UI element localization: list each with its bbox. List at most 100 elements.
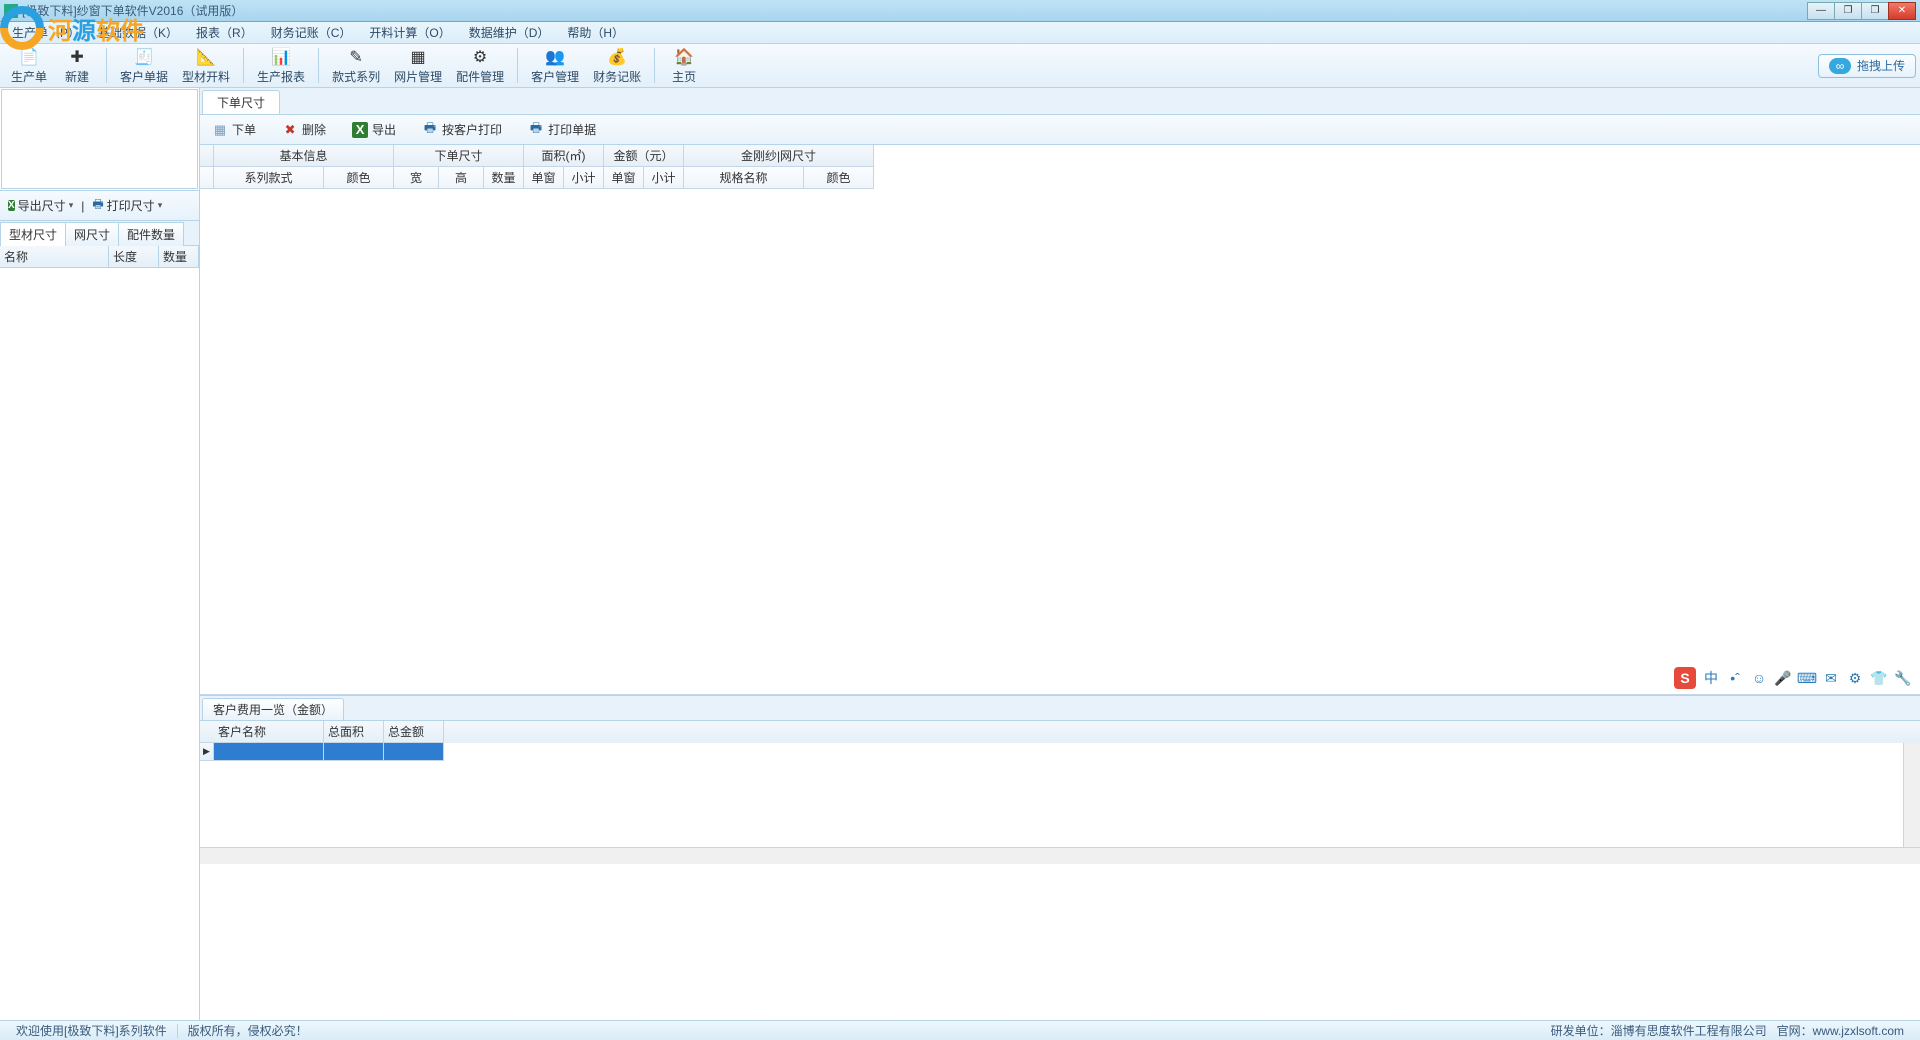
chevron-down-icon: ▾	[158, 200, 163, 211]
ime-icon-8[interactable]: 👕	[1870, 669, 1888, 687]
tool-part-manage-icon: ⚙	[470, 47, 490, 67]
menu-item-6[interactable]: 帮助（H）	[559, 22, 632, 43]
menu-item-2[interactable]: 报表（R）	[188, 22, 261, 43]
tool-finance[interactable]: 💰财务记账	[586, 46, 648, 85]
delete-icon: ✖	[282, 122, 298, 138]
drag-upload-button[interactable]: 拖拽上传	[1818, 54, 1916, 78]
print-by-customer-button[interactable]: 🖶 按客户打印	[418, 119, 506, 140]
left-tab-2[interactable]: 配件数量	[118, 222, 184, 246]
tool-produce-report[interactable]: 📊生产报表	[250, 46, 312, 85]
tool-customer-order[interactable]: 🧾客户单据	[113, 46, 175, 85]
status-copyright: 版权所有，侵权必究！	[178, 1022, 318, 1039]
tab-customer-cost[interactable]: 客户费用一览（金额）	[202, 698, 344, 720]
order-grid: 基本信息 下单尺寸 面积(㎡) 金额（元） 金刚纱|网尺寸 系列款式 颜色 宽 …	[200, 145, 1920, 695]
menu-item-1[interactable]: 基础数据（K）	[90, 22, 186, 43]
customer-grid-body[interactable]: ▶	[200, 743, 1920, 847]
official-site-link[interactable]: www.jzxlsoft.com	[1813, 1024, 1904, 1038]
print-size-button[interactable]: 🖶 打印尺寸 ▾	[88, 194, 166, 217]
tab-order-size[interactable]: 下单尺寸	[202, 90, 280, 114]
status-developer: 研发单位：淄博有思度软件工程有限公司 官网：www.jzxlsoft.com	[1541, 1022, 1914, 1039]
left-tab-1[interactable]: 网尺寸	[65, 222, 119, 246]
customer-grid-header: 客户名称 总面积 总金额	[200, 721, 1920, 743]
row-indicator-icon: ▶	[200, 743, 214, 761]
menu-item-5[interactable]: 数据维护（D）	[461, 22, 558, 43]
tool-new-icon: ✚	[67, 47, 87, 67]
menu-item-4[interactable]: 开料计算（O）	[361, 22, 458, 43]
close-button[interactable]: ✕	[1888, 2, 1916, 20]
left-grid-header: 名称 长度 数量	[0, 246, 199, 268]
tool-net-manage[interactable]: ▦网片管理	[387, 46, 449, 85]
tool-new[interactable]: ✚新建	[54, 46, 100, 85]
tool-produce-order[interactable]: 📄生产单	[4, 46, 54, 85]
grid-column-header: 系列款式 颜色 宽 高 数量 单窗 小计 单窗 小计 规格名称 颜色	[200, 167, 1920, 189]
window-title: [极致下料]纱窗下单软件V2016（试用版）	[22, 2, 1807, 19]
ime-icon-5[interactable]: ⌨	[1798, 669, 1816, 687]
tool-finance-icon: 💰	[607, 47, 627, 67]
menu-item-3[interactable]: 财务记账（C）	[263, 22, 360, 43]
print-order-button[interactable]: 🖶 打印单据	[524, 119, 600, 140]
minimize-button[interactable]: —	[1807, 2, 1835, 20]
customer-cost-pane: 客户费用一览（金额） 客户名称 总面积 总金额 ▶	[200, 695, 1920, 864]
excel-icon: X	[352, 122, 368, 138]
cloud-icon	[1829, 58, 1851, 74]
excel-icon: X	[8, 200, 15, 211]
printer-icon: 🖶	[92, 195, 103, 216]
tool-profile-cut[interactable]: 📐型材开料	[175, 46, 237, 85]
tool-style-series-icon: ✎	[346, 47, 366, 67]
restore-button[interactable]: ❐	[1834, 2, 1862, 20]
ime-icon-6[interactable]: ✉	[1822, 669, 1840, 687]
tool-customer-order-icon: 🧾	[134, 47, 154, 67]
order-toolbar: ▦ 下单 ✖ 删除 X 导出 🖶 按客户打印 🖶 打印单据	[200, 115, 1920, 145]
ime-icon-0[interactable]: S	[1674, 667, 1696, 689]
tool-customer-manage-icon: 👥	[545, 47, 565, 67]
status-bar: 欢迎使用[极致下料]系列软件 版权所有，侵权必究！ 研发单位：淄博有思度软件工程…	[0, 1020, 1920, 1040]
ime-icon-7[interactable]: ⚙	[1846, 669, 1864, 687]
tool-style-series[interactable]: ✎款式系列	[325, 46, 387, 85]
tool-home-icon: 🏠	[674, 47, 694, 67]
delete-button[interactable]: ✖ 删除	[278, 119, 330, 140]
grid-group-header: 基本信息 下单尺寸 面积(㎡) 金额（元） 金刚纱|网尺寸	[200, 145, 1920, 167]
place-order-button[interactable]: ▦ 下单	[208, 119, 260, 140]
col-length: 长度	[109, 246, 159, 267]
col-qty: 数量	[159, 246, 199, 267]
horizontal-scrollbar[interactable]	[200, 847, 1920, 864]
ime-icon-3[interactable]: ☺	[1750, 669, 1768, 687]
ime-icon-4[interactable]: 🎤	[1774, 669, 1792, 687]
app-icon	[4, 4, 18, 18]
left-grid-body[interactable]	[0, 268, 199, 1020]
export-button[interactable]: X 导出	[348, 119, 400, 140]
export-size-button[interactable]: X 导出尺寸 ▾	[4, 196, 77, 215]
order-icon: ▦	[212, 122, 228, 138]
vertical-scrollbar[interactable]	[1903, 743, 1920, 847]
chevron-down-icon: ▾	[69, 200, 74, 211]
tool-profile-cut-icon: 📐	[196, 47, 216, 67]
tool-produce-report-icon: 📊	[271, 47, 291, 67]
menu-item-0[interactable]: 生产单（P）	[4, 22, 88, 43]
menu-bar: 生产单（P）基础数据（K）报表（R）财务记账（C）开料计算（O）数据维护（D）帮…	[0, 22, 1920, 44]
ime-icon-9[interactable]: 🔧	[1894, 669, 1912, 687]
ime-icon-1[interactable]: 中	[1702, 669, 1720, 687]
export-size-label: 导出尺寸	[18, 197, 66, 214]
right-column: 下单尺寸 ▦ 下单 ✖ 删除 X 导出 🖶 按客户打印 🖶 打印单据	[200, 88, 1920, 1020]
left-tabs: 型材尺寸网尺寸配件数量	[0, 221, 199, 246]
customer-tabstrip: 客户费用一览（金额）	[200, 696, 1920, 721]
print-size-label: 打印尺寸	[107, 197, 155, 214]
tool-part-manage[interactable]: ⚙配件管理	[449, 46, 511, 85]
upload-label: 拖拽上传	[1857, 57, 1905, 74]
table-row[interactable]: ▶	[200, 743, 1920, 761]
preview-pane	[1, 89, 198, 189]
workspace: X 导出尺寸 ▾ | 🖶 打印尺寸 ▾ 型材尺寸网尺寸配件数量 名称 长度 数量…	[0, 88, 1920, 1020]
maximize-button[interactable]: ❐	[1861, 2, 1889, 20]
grid-body[interactable]	[200, 189, 1920, 695]
tool-customer-manage[interactable]: 👥客户管理	[524, 46, 586, 85]
left-toolbar: X 导出尺寸 ▾ | 🖶 打印尺寸 ▾	[0, 190, 199, 221]
printer-icon: 🖶	[528, 122, 544, 138]
main-toolbar: 📄生产单✚新建 🧾客户单据📐型材开料 📊生产报表 ✎款式系列▦网片管理⚙配件管理 👥客户…	[0, 44, 1920, 88]
left-column: X 导出尺寸 ▾ | 🖶 打印尺寸 ▾ 型材尺寸网尺寸配件数量 名称 长度 数量	[0, 88, 200, 1020]
left-tab-0[interactable]: 型材尺寸	[0, 222, 66, 246]
order-tabstrip: 下单尺寸	[200, 88, 1920, 115]
ime-toolbar: S中 •ˆ ☺ 🎤 ⌨ ✉ ⚙ 👕 🔧	[1670, 665, 1916, 691]
tool-home[interactable]: 🏠主页	[661, 46, 707, 85]
customer-grid: 客户名称 总面积 总金额 ▶	[200, 721, 1920, 864]
ime-icon-2[interactable]: •ˆ	[1726, 669, 1744, 687]
